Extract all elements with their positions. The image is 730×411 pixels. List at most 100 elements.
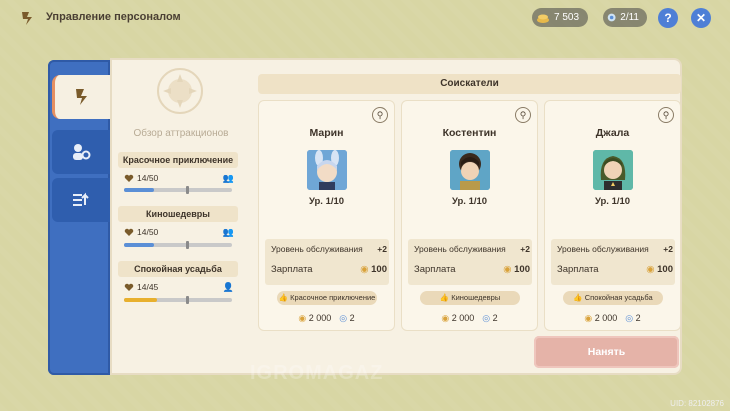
gear-people-icon [73,144,91,160]
applicants-header: Соискатели [258,74,681,94]
service-value: +2 [377,244,387,254]
salary-value: 100 [371,264,387,275]
mora-amount: 7 503 [554,12,580,23]
inspect-magnifier-icon[interactable]: ⚲ [372,107,388,123]
mora-icon [537,14,549,23]
salary-value: 100 [657,264,673,275]
attraction-progress-row: 14/50 👥 [124,172,234,184]
salary-row: Зарплата ◉ 100 [414,264,530,275]
help-button[interactable]: ? [658,8,678,28]
attraction-tag-label: Красочное приключение [290,293,376,302]
heart-icon [124,228,134,236]
mora-counter: 7 503 [532,8,588,27]
service-label: Уровень обслуживания [271,244,363,254]
heart-icon [124,174,134,182]
tab-upgrade[interactable] [52,178,110,222]
cost-mora: 2 000 [308,313,332,323]
staff-token-icon: ◎ [339,313,348,323]
attraction-tag: 👍 Киношедевры [420,291,520,305]
service-label: Уровень обслуживания [557,244,649,254]
attraction-name: Красочное приключение [118,152,238,168]
progress-fill [124,188,155,192]
overview-title: Обзор аттракционов [133,128,229,139]
applicant-avatar [307,150,347,190]
staff-counter: 2/11 [603,8,647,27]
service-value: +2 [663,244,673,254]
staff-slot-icon: 👥 [222,226,234,237]
progress-fill [124,243,155,247]
attraction-name: Спокойная усадьба [118,261,238,277]
inspect-magnifier-icon[interactable]: ⚲ [515,107,531,123]
mora-icon: ◉ [298,313,307,323]
applicant-level: Ур. 1/10 [308,196,345,207]
hire-button[interactable]: Нанять [534,336,679,368]
attraction-progress-row: 14/45 👤 [124,281,234,293]
applicant-card[interactable]: ⚲ Джала Ур. 1/10 Уровень обслуживания +2… [544,100,681,331]
cost-points: 2 [349,313,355,323]
list-arrow-icon [73,192,89,206]
hire-cost: ◉ 2 000 ◎ 2 [545,313,680,324]
service-value: +2 [520,244,530,254]
service-label: Уровень обслуживания [414,244,506,254]
attraction-name: Киношедевры [118,206,238,222]
applicant-name: Марин [309,127,344,139]
service-row: Уровень обслуживания +2 [557,244,673,254]
applicant-avatar [450,150,490,190]
mora-icon: ◉ [646,264,655,275]
applicant-name: Костентин [442,127,497,139]
watermark: IGROMAGAZ [250,362,384,384]
page-title: Управление персоналом [46,11,181,23]
attraction-tag-label: Киношедевры [451,293,501,302]
cost-points: 2 [635,313,641,323]
attraction-progress: 14/50 [137,173,159,183]
thumb-icon: 👍 [439,293,450,302]
salary-label: Зарплата [271,264,313,275]
attraction-progress-bar [124,186,232,194]
mora-icon: ◉ [503,264,512,275]
tab-attractions[interactable] [52,130,110,174]
progress-fill [124,298,158,302]
attraction-progress-bar [124,241,232,249]
applicant-avatar [593,150,633,190]
salary-row: Зарплата ◉ 100 [557,264,673,275]
staff-slot-icon: 👥 [222,172,234,183]
close-button[interactable]: ✕ [691,8,711,28]
inspect-magnifier-icon[interactable]: ⚲ [658,107,674,123]
staff-management-icon [22,12,32,25]
staff-count: 2/11 [620,12,639,23]
applicant-card[interactable]: ⚲ Марин Ур. 1/10 Уровень обслуживания +2… [258,100,395,331]
character-portrait [307,150,347,190]
attraction-progress: 14/45 [137,282,159,292]
pen-icon [75,89,87,105]
progress-marker [186,296,189,304]
uid-label: UID: 82102876 [670,399,724,408]
top-bar: Управление персоналом 7 503 2/11 ? ✕ [0,0,730,36]
heart-icon [124,283,134,291]
salary-label: Зарплата [557,264,599,275]
staff-token-icon: ◎ [625,313,634,323]
character-portrait [593,150,633,190]
progress-marker [186,241,189,249]
service-row: Уровень обслуживания +2 [414,244,530,254]
attraction-progress-bar [124,296,232,304]
attraction-tag: 👍 Красочное приключение [277,291,377,305]
mora-icon: ◉ [360,264,369,275]
hire-button-label: Нанять [587,346,626,358]
applicant-level: Ур. 1/10 [594,196,631,207]
cost-points: 2 [492,313,498,323]
attraction-tag-label: Спокойная усадьба [584,293,653,302]
applicant-card[interactable]: ⚲ Костентин Ур. 1/10 Уровень обслуживани… [401,100,538,331]
tab-staff[interactable] [52,75,110,119]
staff-token-icon [607,13,616,22]
hire-cost: ◉ 2 000 ◎ 2 [259,313,394,324]
salary-value: 100 [514,264,530,275]
cost-mora: 2 000 [451,313,475,323]
progress-marker [186,186,189,194]
staff-slot-icon: 👤 [222,281,234,292]
cost-mora: 2 000 [594,313,618,323]
thumb-icon: 👍 [278,293,288,302]
mora-icon: ◉ [441,313,450,323]
staff-token-icon: ◎ [482,313,491,323]
applicant-name: Джала [595,127,630,139]
attraction-tag: 👍 Спокойная усадьба [563,291,663,305]
